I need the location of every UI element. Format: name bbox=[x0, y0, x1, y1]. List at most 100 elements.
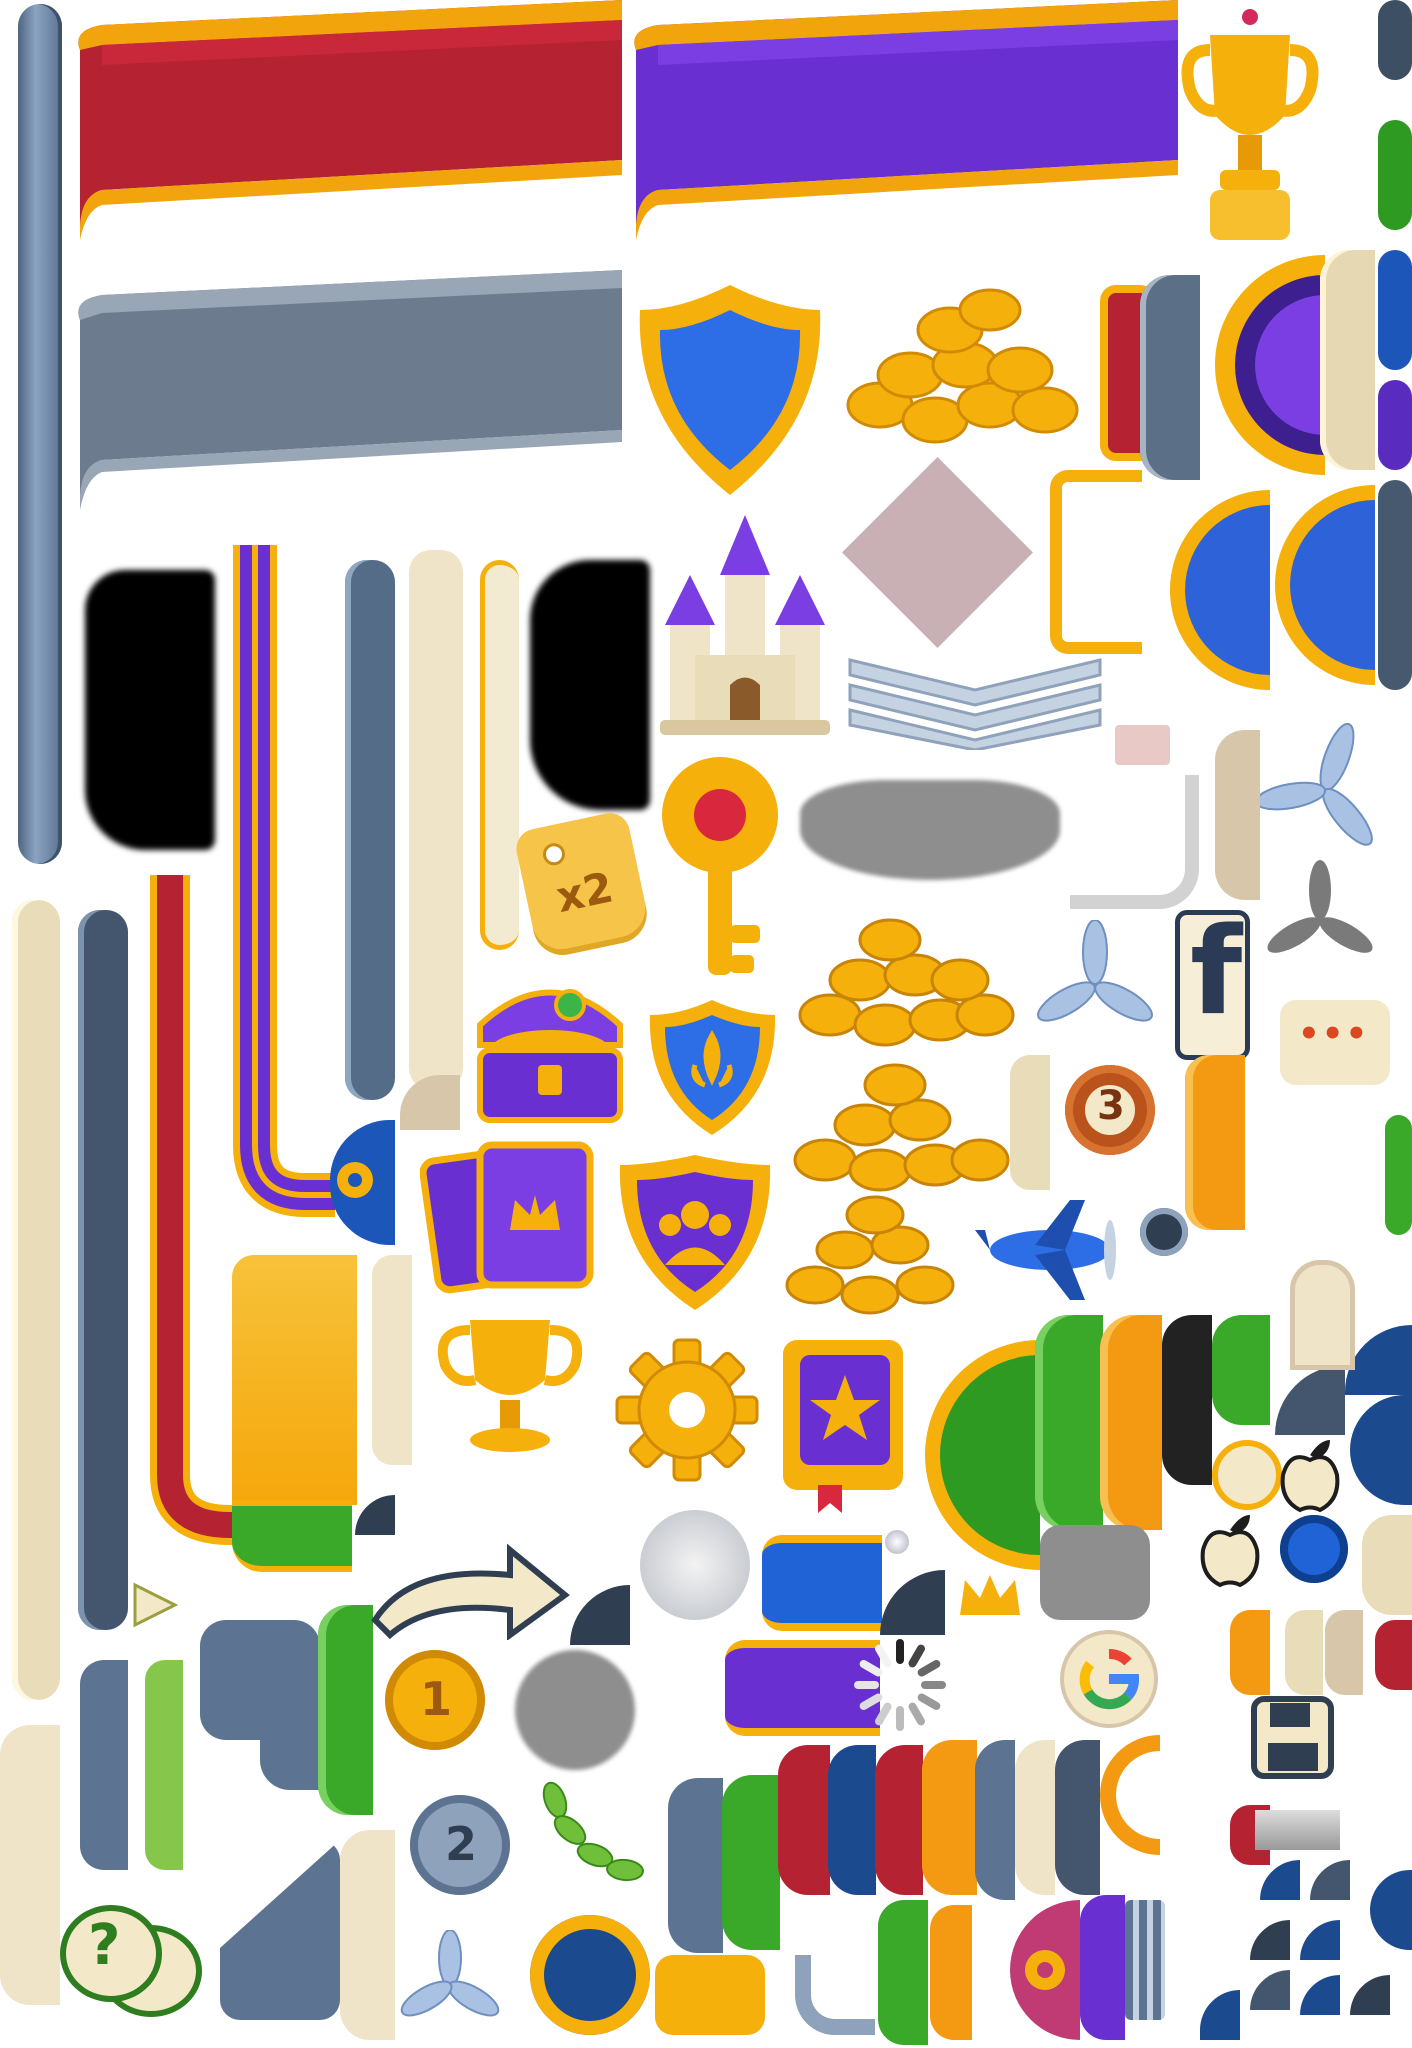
help-bubble-icon[interactable]: ? bbox=[60, 1905, 202, 2017]
pill-purple-b bbox=[1080, 1895, 1125, 2040]
help-glyph: ? bbox=[88, 1913, 121, 1978]
blue-ring-button[interactable] bbox=[530, 1915, 650, 2035]
gear-pink-glyph bbox=[1025, 1950, 1065, 1990]
gray-disc bbox=[515, 1650, 635, 1770]
coin-pile-3-icon bbox=[793, 1063, 1010, 1192]
gear-icon[interactable] bbox=[612, 1335, 762, 1485]
google-g-glyph bbox=[1079, 1649, 1139, 1710]
green-pill-left bbox=[318, 1605, 373, 1815]
slate-corner-piece bbox=[220, 1840, 340, 2020]
cream-arch bbox=[1290, 1260, 1355, 1370]
green-edge-pill bbox=[1385, 1115, 1412, 1235]
propeller-gray-icon bbox=[1267, 860, 1373, 953]
apple-icon-2[interactable] bbox=[1195, 1510, 1265, 1590]
coin-pile-2-icon bbox=[798, 918, 1015, 1047]
blue-disc-right bbox=[1275, 485, 1375, 685]
key-icon bbox=[662, 757, 778, 975]
orange-pill-2 bbox=[1100, 1315, 1162, 1530]
spinner-icon bbox=[854, 1639, 946, 1731]
slate-quarter-mid-2 bbox=[880, 1570, 945, 1635]
pill-slate-b2 bbox=[975, 1740, 1015, 1900]
green-pill-2 bbox=[1212, 1315, 1270, 1425]
green-disc bbox=[925, 1340, 1040, 1570]
propeller-icon bbox=[1260, 722, 1373, 846]
cream-pill-bl bbox=[0, 1725, 60, 2005]
gear-small-icon bbox=[337, 1162, 373, 1198]
beige-pill bbox=[1362, 1515, 1412, 1615]
tile-navy-1 bbox=[1260, 1860, 1300, 1900]
green-pill-1 bbox=[1035, 1315, 1103, 1530]
tag-hole bbox=[540, 841, 568, 868]
gray-wing-blob bbox=[800, 780, 1060, 880]
slate-quarter-mid bbox=[570, 1585, 630, 1645]
pill-orange-b bbox=[922, 1740, 977, 1895]
tile-gray-1 bbox=[1255, 1810, 1340, 1850]
orange-pill bbox=[1185, 1055, 1245, 1230]
banner-gray-icon bbox=[78, 270, 622, 510]
castle-icon bbox=[660, 515, 830, 735]
gear-pink-button[interactable] bbox=[1010, 1900, 1080, 2040]
treasure-chest-icon bbox=[477, 989, 623, 1123]
slate-vertical-bar bbox=[18, 4, 62, 864]
blue-disc-left bbox=[1170, 490, 1270, 690]
medal-2-icon: 2 bbox=[410, 1795, 510, 1895]
gold-block bbox=[232, 1255, 357, 1505]
crown-icon bbox=[960, 1575, 1020, 1615]
play-icon[interactable] bbox=[130, 1580, 180, 1630]
pink-corner bbox=[1115, 725, 1170, 765]
gray-corner-frame bbox=[1070, 775, 1199, 909]
edge-pill-purple bbox=[1378, 380, 1412, 470]
fleur-de-lis-shield-icon bbox=[649, 1000, 776, 1135]
orange-ring-half bbox=[1100, 1735, 1160, 1855]
pill-slate-b bbox=[668, 1778, 723, 1953]
coin-pile-icon bbox=[846, 288, 1079, 444]
cards-icon bbox=[420, 1141, 594, 1294]
black-silhouette-right bbox=[530, 560, 650, 810]
x2-label: x2 bbox=[552, 862, 618, 923]
silver-disc bbox=[640, 1510, 750, 1620]
tile-navy-4 bbox=[1300, 1975, 1340, 2015]
x2-tag: x2 bbox=[512, 809, 653, 961]
edge-pill-slate-2 bbox=[1378, 480, 1412, 690]
floppy-disk-icon[interactable] bbox=[1250, 1695, 1335, 1780]
chevron-stack bbox=[848, 658, 1102, 750]
slate-button-small[interactable] bbox=[1140, 1208, 1188, 1256]
blue-round-button[interactable] bbox=[1280, 1515, 1348, 1583]
star-book-icon bbox=[783, 1340, 903, 1513]
tile-slate-1 bbox=[1310, 1860, 1350, 1900]
facebook-icon[interactable]: f bbox=[1175, 910, 1250, 1060]
pink-diamond bbox=[842, 457, 1033, 648]
facebook-letter: f bbox=[1190, 903, 1243, 1042]
slate-pill-small bbox=[80, 1660, 128, 1870]
tile-navy-3 bbox=[1300, 1920, 1340, 1960]
tile-slate-3 bbox=[1250, 1970, 1290, 2010]
navy-quarter-1 bbox=[1345, 1325, 1412, 1395]
coin-pile-4-icon bbox=[785, 1195, 955, 1315]
chat-dots: ••• bbox=[1298, 1014, 1370, 1054]
medal-3-label: 3 bbox=[1097, 1083, 1125, 1129]
slate-bar-2 bbox=[78, 910, 128, 1630]
tile-cream-2 bbox=[1325, 1610, 1363, 1695]
google-icon[interactable] bbox=[1060, 1630, 1158, 1728]
apple-icon[interactable] bbox=[1275, 1435, 1345, 1515]
compass-icon bbox=[1212, 1440, 1282, 1510]
cream-pill-b2 bbox=[340, 1830, 395, 2040]
edge-pill-green bbox=[1378, 120, 1412, 230]
cream-cap bbox=[1320, 250, 1375, 470]
medal-1-icon: 1 bbox=[385, 1650, 485, 1750]
edge-pill-slate bbox=[1378, 0, 1412, 80]
team-shield-icon bbox=[619, 1155, 771, 1310]
cream-bar-gold bbox=[480, 560, 519, 950]
tile-navy-2 bbox=[1370, 1870, 1412, 1950]
shield-blue-icon bbox=[639, 285, 821, 495]
slate-speech-tail bbox=[260, 1700, 320, 1790]
navy-half-1 bbox=[1350, 1395, 1412, 1505]
chat-bubble-icon[interactable]: ••• bbox=[1280, 1000, 1390, 1085]
black-pill bbox=[1162, 1315, 1212, 1485]
blue-ribbon bbox=[762, 1535, 882, 1631]
trophy-icon bbox=[1181, 9, 1319, 240]
slate-elbow bbox=[795, 1955, 875, 2035]
medal-2-label: 2 bbox=[445, 1817, 478, 1871]
gold-frame bbox=[1050, 470, 1142, 654]
tile-slate-4 bbox=[1350, 1975, 1390, 2015]
